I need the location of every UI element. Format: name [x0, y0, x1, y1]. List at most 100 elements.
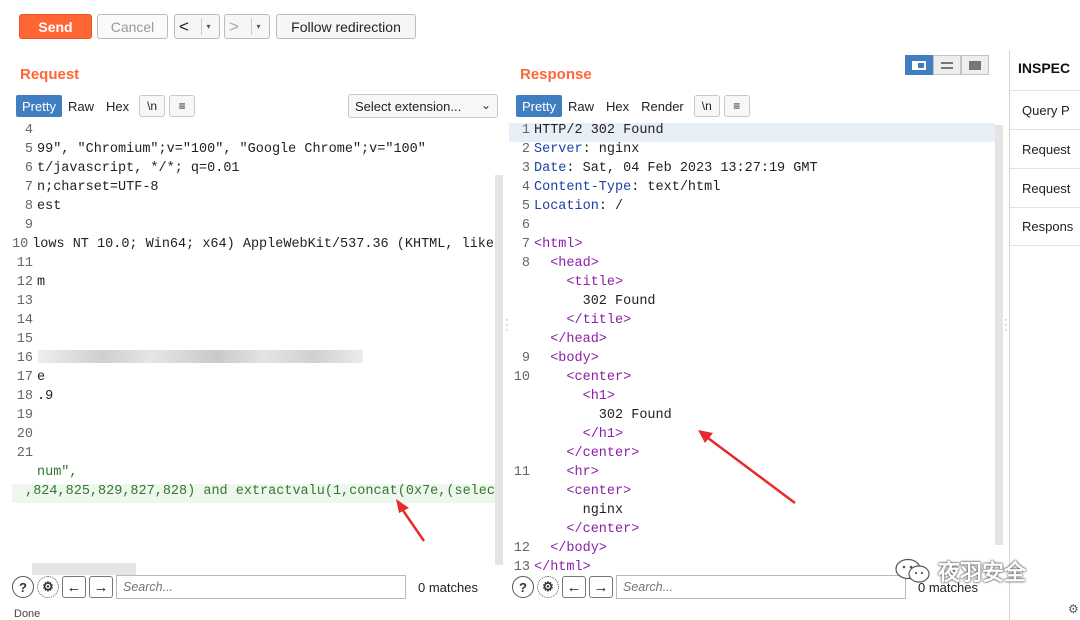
follow-redirection-button[interactable]: Follow redirection	[276, 14, 416, 39]
code-line[interactable]: 302 Found	[509, 294, 995, 313]
code-line[interactable]: <center>	[509, 484, 995, 503]
code-line[interactable]: 2 Server: nginx	[509, 142, 995, 161]
code-text: </head>	[550, 332, 607, 347]
code-line[interactable]: </h1>	[509, 427, 995, 446]
tab-pretty[interactable]: Pretty	[516, 95, 562, 117]
code-text: <h1>	[582, 389, 616, 404]
code-text: 99", "Chromium";v="100", "Google Chrome"…	[37, 142, 426, 157]
line-number: 2	[521, 142, 530, 157]
code-line[interactable]: 20	[12, 427, 495, 446]
menu-icon[interactable]: ≡	[723, 95, 750, 117]
newline-toggle-button[interactable]: \n	[693, 95, 720, 117]
code-line[interactable]: 1 HTTP/2 302 Found	[509, 123, 995, 142]
request-search-input[interactable]	[116, 575, 406, 599]
code-line[interactable]: 11 <hr>	[509, 465, 995, 484]
code-line[interactable]: 10 <center>	[509, 370, 995, 389]
code-line[interactable]: 5 99", "Chromium";v="100", "Google Chrome…	[12, 142, 495, 161]
code-text: <title>	[566, 275, 624, 290]
code-line[interactable]: 6 t/javascript, */*; q=0.01	[12, 161, 495, 180]
layout-stacked-icon[interactable]	[933, 55, 961, 75]
tab-hex[interactable]: Hex	[600, 95, 635, 117]
line-number: 10	[12, 237, 29, 252]
code-text: nginx	[534, 503, 624, 518]
code-line[interactable]: </head>	[509, 332, 995, 351]
gear-icon[interactable]: ⚙	[1068, 602, 1079, 616]
layout-side-by-side-icon[interactable]	[905, 55, 933, 75]
inspector-item-request-attributes[interactable]: Request	[1010, 129, 1080, 168]
line-number	[509, 503, 532, 522]
tab-pretty[interactable]: Pretty	[16, 95, 62, 117]
arrow-left-icon[interactable]: ←	[62, 576, 86, 598]
redacted-region	[38, 350, 363, 363]
history-back-button[interactable]: < ▾	[174, 14, 220, 39]
tab-raw[interactable]: Raw	[62, 95, 100, 117]
tab-hex[interactable]: Hex	[100, 95, 135, 117]
line-number	[12, 465, 35, 484]
code-line[interactable]: 11	[12, 256, 495, 275]
gear-icon[interactable]: ⚙	[37, 576, 59, 598]
code-line[interactable]: 12 m	[12, 275, 495, 294]
code-line[interactable]: 7 n;charset=UTF-8	[12, 180, 495, 199]
line-number: 10	[513, 370, 530, 385]
code-line[interactable]: ,824,825,829,827,828) and extractvalu(1,…	[12, 484, 495, 503]
code-line[interactable]: 302 Found	[509, 408, 995, 427]
code-line[interactable]: num",	[12, 465, 495, 484]
inspector-item-request-headers[interactable]: Request	[1010, 168, 1080, 207]
newline-toggle-button[interactable]: \n	[139, 95, 166, 117]
inspector-item-query-params[interactable]: Query P	[1010, 90, 1080, 129]
request-editor[interactable]: 4 5 99", "Chromium";v="100", "Google Chrom…	[12, 123, 495, 563]
code-line[interactable]: </title>	[509, 313, 995, 332]
response-scrollbar[interactable]	[995, 125, 1003, 545]
code-line[interactable]: 4 Content-Type: text/html	[509, 180, 995, 199]
code-line[interactable]: 5 Location: /	[509, 199, 995, 218]
code-text: n;charset=UTF-8	[37, 180, 159, 195]
help-icon[interactable]: ?	[12, 576, 34, 598]
line-number: 11	[513, 465, 530, 480]
code-line[interactable]: 15	[12, 332, 495, 351]
code-line[interactable]: 18.9	[12, 389, 495, 408]
tab-raw[interactable]: Raw	[562, 95, 600, 117]
code-line[interactable]: 14	[12, 313, 495, 332]
code-line[interactable]: 9 <body>	[509, 351, 995, 370]
line-number: 6	[521, 218, 530, 233]
arrow-left-icon[interactable]: ←	[562, 576, 586, 598]
code-line[interactable]: nginx	[509, 503, 995, 522]
chevron-down-icon[interactable]: ▾	[251, 18, 265, 35]
code-line[interactable]: 10 lows NT 10.0; Win64; x64) AppleWebKit/…	[12, 237, 495, 256]
code-line[interactable]: </center>	[509, 522, 995, 541]
code-line[interactable]: 13	[12, 294, 495, 313]
code-line[interactable]: 8 <head>	[509, 256, 995, 275]
code-line[interactable]: 3 Date: Sat, 04 Feb 2023 13:27:19 GMT	[509, 161, 995, 180]
response-search-input[interactable]	[616, 575, 906, 599]
tab-render[interactable]: Render	[635, 95, 690, 117]
code-line[interactable]: 8 est	[12, 199, 495, 218]
cancel-button[interactable]: Cancel	[97, 14, 168, 39]
code-line[interactable]: <title>	[509, 275, 995, 294]
chevron-down-icon[interactable]: ▾	[201, 18, 215, 35]
select-extension-dropdown[interactable]: Select extension... ⌄	[348, 94, 498, 118]
code-line[interactable]: <h1>	[509, 389, 995, 408]
inspector-item-response-headers[interactable]: Respons	[1010, 207, 1080, 246]
layout-tabs-icon[interactable]	[961, 55, 989, 75]
arrow-right-icon[interactable]: →	[89, 576, 113, 598]
menu-icon[interactable]: ≡	[169, 95, 196, 117]
request-search-bar: ? ⚙ ← → 0 matches	[12, 572, 478, 602]
code-line[interactable]: </center>	[509, 446, 995, 465]
code-line[interactable]: 21	[12, 446, 495, 465]
history-forward-button[interactable]: > ▾	[224, 14, 270, 39]
request-scrollbar[interactable]	[495, 175, 503, 565]
gear-icon[interactable]: ⚙	[537, 576, 559, 598]
code-line[interactable]: 19	[12, 408, 495, 427]
code-line[interactable]: 6	[509, 218, 995, 237]
code-line[interactable]: 7 <html>	[509, 237, 995, 256]
send-button[interactable]: Send	[19, 14, 92, 39]
code-text: <head>	[550, 256, 599, 271]
pane-divider-handle[interactable]: · · ·	[1004, 315, 1008, 336]
arrow-right-icon[interactable]: →	[589, 576, 613, 598]
response-editor[interactable]: 1 HTTP/2 302 Found 2 Server: nginx 3 Date: Sa…	[509, 123, 995, 571]
help-icon[interactable]: ?	[512, 576, 534, 598]
code-line[interactable]: 17 e	[12, 370, 495, 389]
code-line[interactable]: 9	[12, 218, 495, 237]
code-line[interactable]: 4	[12, 123, 495, 142]
line-number	[509, 275, 532, 294]
